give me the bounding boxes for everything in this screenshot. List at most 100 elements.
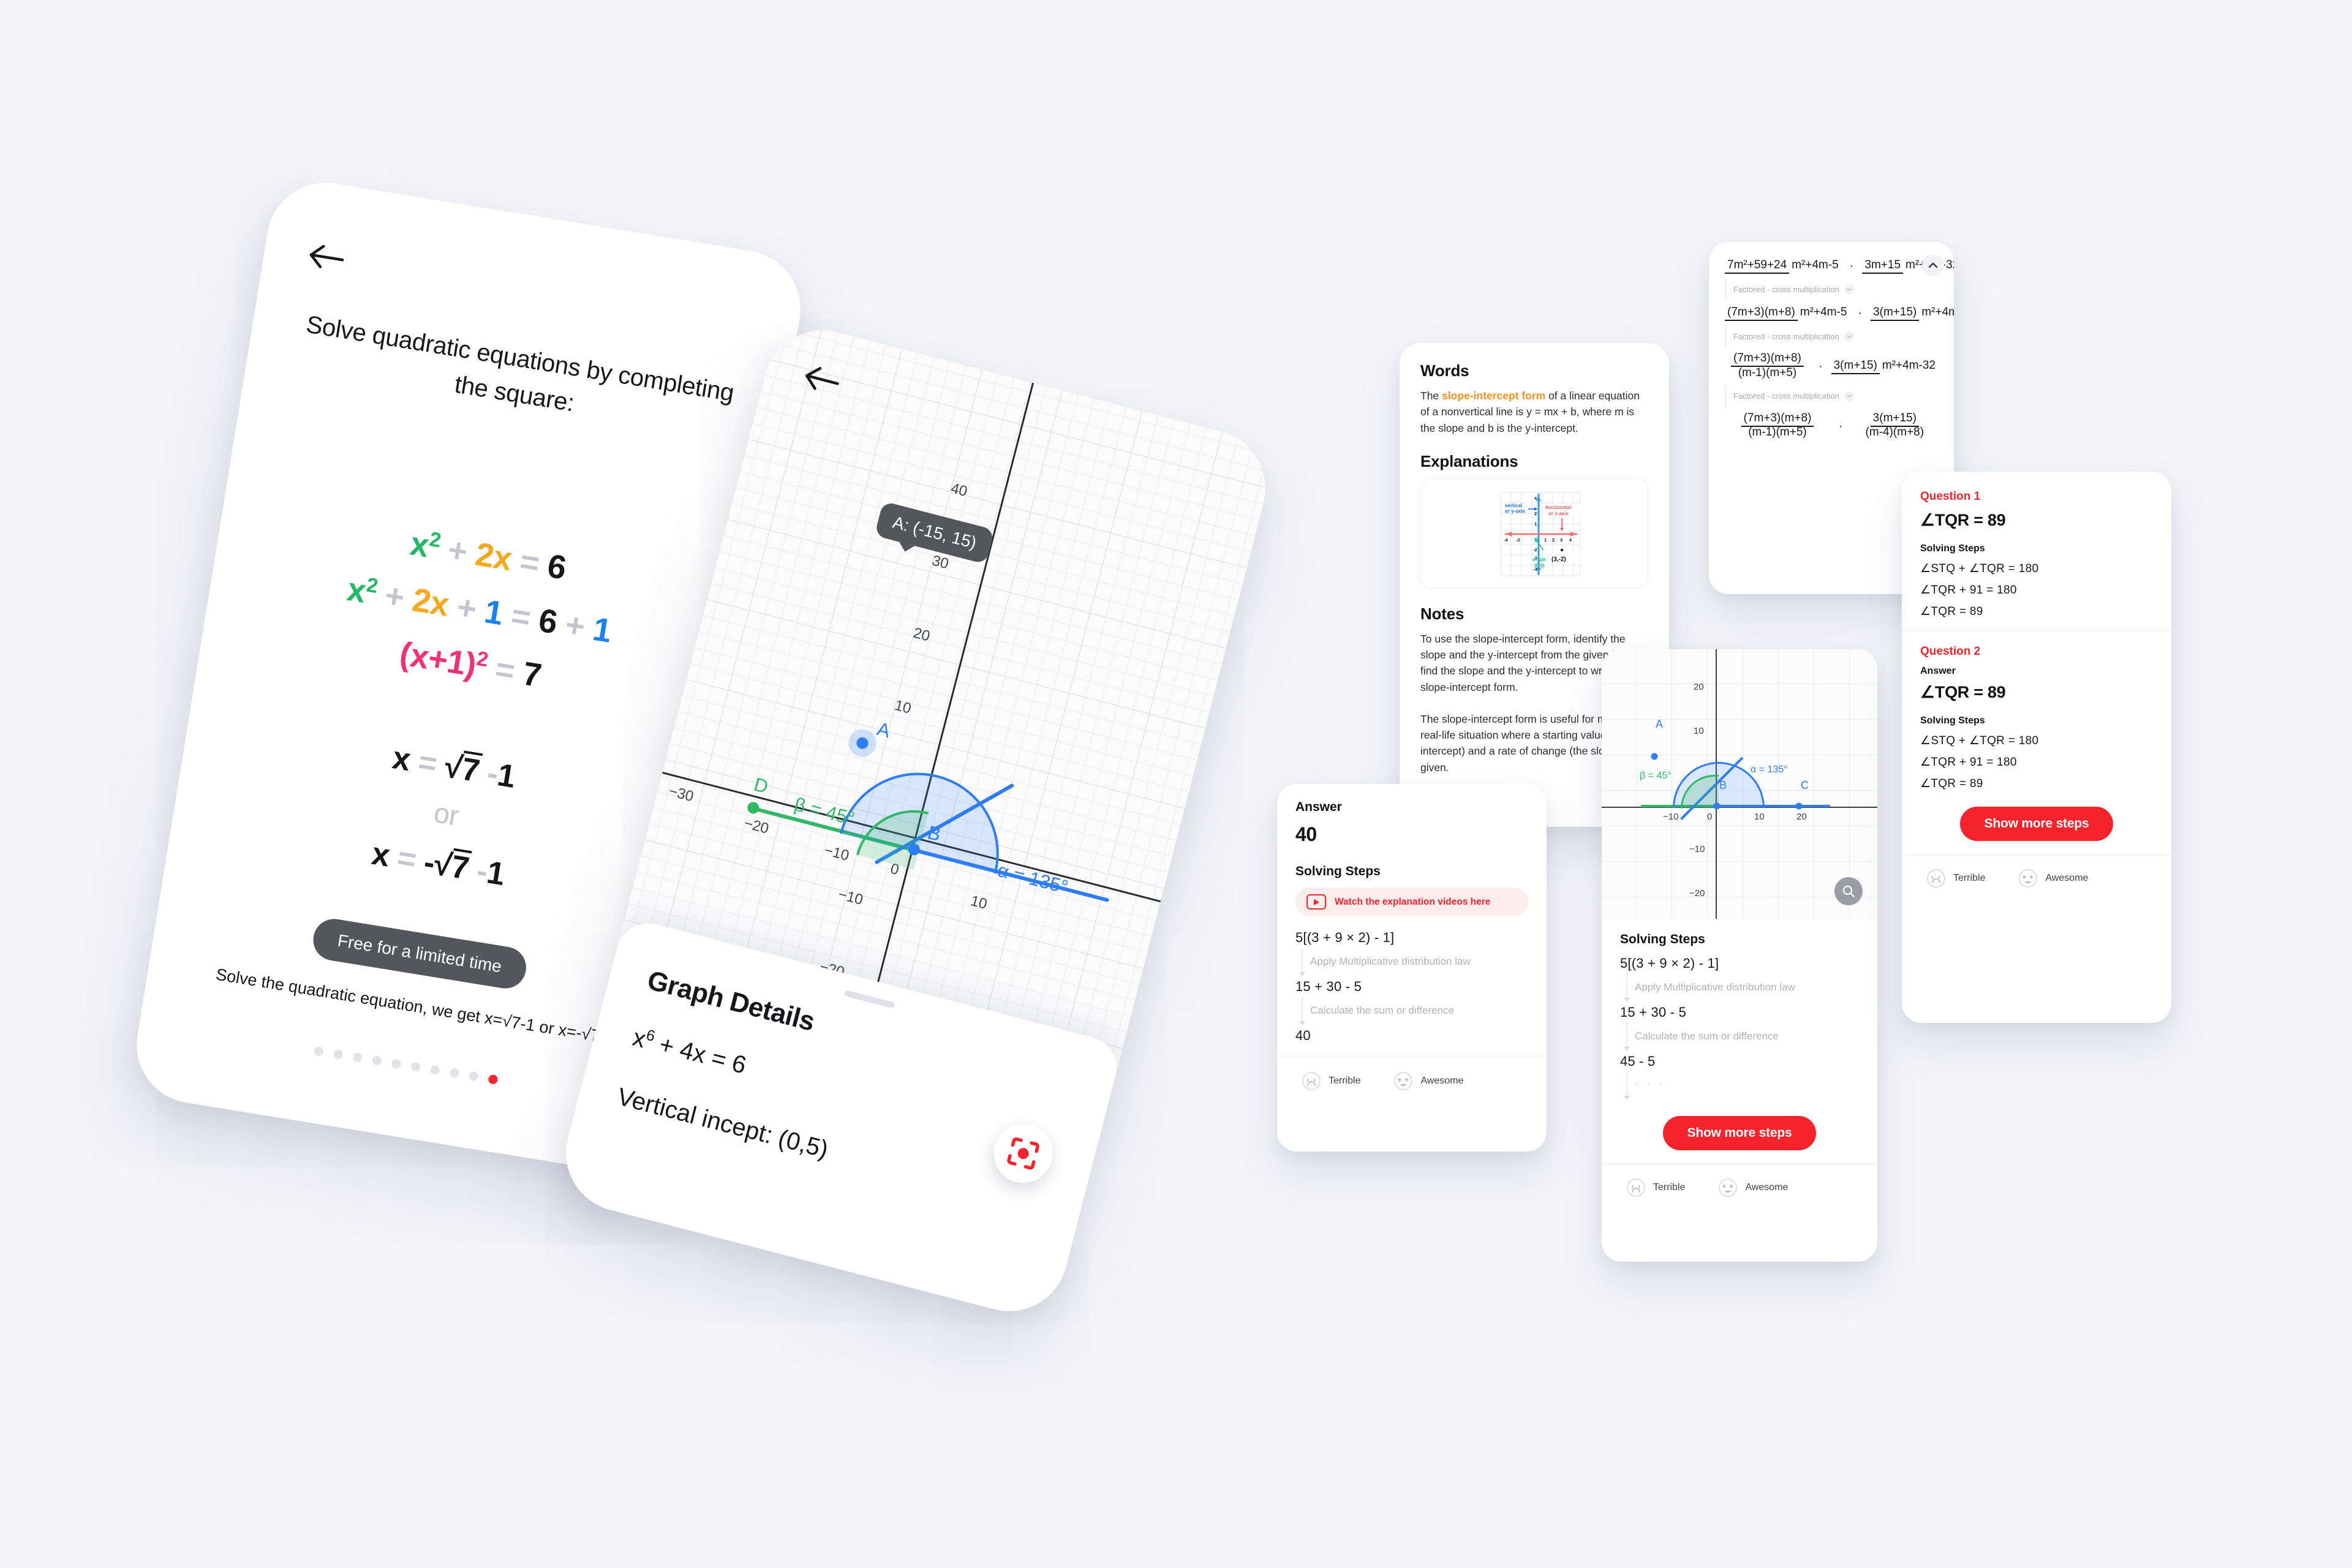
svg-text:origin: origin xyxy=(1532,557,1546,562)
feedback-terrible[interactable]: Terrible xyxy=(1926,869,1985,888)
step-expression: 5[(3 + 9 × 2) - 1] xyxy=(1620,956,1719,971)
fraction-numerator: 3(m+15) xyxy=(1871,305,1920,321)
mini-point-c[interactable] xyxy=(1795,802,1803,810)
svg-text:2: 2 xyxy=(1552,537,1555,543)
page-title: Solve quadratic equations by completing … xyxy=(304,311,736,417)
mini-point-b[interactable] xyxy=(1713,802,1721,810)
feedback-awesome-label: Awesome xyxy=(1420,1076,1464,1086)
svg-text:or y-axis: or y-axis xyxy=(1505,508,1525,514)
sheet-intercept: Vertical incept: (0,5) xyxy=(614,1083,831,1164)
mini-x-tick: −10 xyxy=(1663,812,1679,822)
svg-text:3: 3 xyxy=(1560,537,1562,543)
question-2-answer-label: Answer xyxy=(1920,666,1956,676)
pagination-dot[interactable] xyxy=(371,1055,382,1066)
question-1-step: ∠TQR + 91 = 180 xyxy=(1920,584,2017,597)
explanations-heading: Explanations xyxy=(1420,451,1518,470)
multiply-operator: · xyxy=(1858,306,1863,320)
pagination-dot[interactable] xyxy=(429,1065,440,1076)
multiply-operator: · xyxy=(1818,360,1823,374)
mini-point-a[interactable] xyxy=(1651,753,1658,760)
chevron-up-icon[interactable] xyxy=(1922,254,1944,276)
card-answer-40: Answer 40 Solving Steps Watch the explan… xyxy=(1277,784,1547,1152)
down-arrow-icon xyxy=(1624,1023,1630,1051)
feedback-bar: Terrible Awesome xyxy=(1620,1164,1859,1197)
fraction-denominator: m²+4m-32 xyxy=(1882,358,1936,372)
fraction-denominator: m²+4m-5 xyxy=(1792,258,1839,271)
words-body-pre: The xyxy=(1420,390,1442,402)
fraction-left: 7m²+59+24 m²+4m-5 xyxy=(1725,258,1841,274)
chevron-down-icon[interactable] xyxy=(1844,284,1854,294)
solving-steps-heading: Solving Steps xyxy=(1620,932,1705,946)
question-1-title: Question 1 xyxy=(1920,490,1981,503)
words-body: The slope-intercept form of a linear equ… xyxy=(1420,388,1648,436)
pagination-dot[interactable] xyxy=(448,1068,459,1079)
feedback-awesome[interactable]: Awesome xyxy=(2018,869,2088,888)
step-expression: 15 + 30 - 5 xyxy=(1620,1005,1686,1020)
step-expression: 15 + 30 - 5 xyxy=(1295,979,1362,994)
svg-text:1: 1 xyxy=(1544,537,1547,543)
step-expression: 40 xyxy=(1295,1028,1311,1043)
feedback-terrible[interactable]: Terrible xyxy=(1626,1178,1685,1197)
play-video-icon xyxy=(1306,894,1326,910)
pagination-dot[interactable] xyxy=(333,1049,344,1060)
factored-step-note[interactable]: Factored - cross multiplication xyxy=(1725,278,1938,300)
show-more-steps-button[interactable]: Show more steps xyxy=(1959,807,2114,841)
words-heading: Words xyxy=(1420,361,1469,380)
svg-text:or x-axis: or x-axis xyxy=(1548,511,1569,516)
mini-angle-beta-label: β = 45° xyxy=(1640,771,1672,781)
feedback-terrible[interactable]: Terrible xyxy=(1302,1071,1360,1091)
drag-handle[interactable] xyxy=(843,990,895,1009)
fraction-right: 3(m+15)(m-4)(m+8) xyxy=(1852,411,1938,440)
feedback-awesome[interactable]: Awesome xyxy=(1393,1071,1463,1091)
show-more-steps-button[interactable]: Show more steps xyxy=(1662,1116,1817,1150)
mini-y-tick: −10 xyxy=(1689,844,1705,854)
mini-x-tick: 10 xyxy=(1754,812,1765,822)
question-2-step: ∠STQ + ∠TQR = 180 xyxy=(1920,734,2039,747)
step-connector: Calculate the sum or difference xyxy=(1623,1023,1859,1051)
pagination-dot[interactable] xyxy=(487,1074,499,1085)
feedback-awesome[interactable]: Awesome xyxy=(1718,1178,1788,1197)
free-trial-pill[interactable]: Free for a limited time xyxy=(310,916,529,992)
mini-y-tick: 20 xyxy=(1694,682,1704,692)
factored-step-note[interactable]: Factored - cross multiplication xyxy=(1725,325,1938,347)
sheet-title: Graph Details xyxy=(644,965,818,1038)
answer-value: 40 xyxy=(1295,823,1317,845)
mini-point-a-label: A xyxy=(1656,718,1664,730)
chevron-down-icon[interactable] xyxy=(1844,391,1854,401)
step-connector: · · · xyxy=(1623,1072,1859,1100)
factored-step-note[interactable]: Factored - cross multiplication xyxy=(1725,385,1938,407)
svg-text:-4: -4 xyxy=(1504,537,1508,543)
question-2-title: Question 2 xyxy=(1920,645,1981,658)
axes-diagram: 4 2 1 0 -2 -3 -4 -4 -2 1 2 3 4 vertical … xyxy=(1420,478,1648,589)
more-steps-ellipsis: · · · xyxy=(1635,1078,1665,1091)
fraction-denominator: m²+4m-5 xyxy=(1800,305,1847,318)
multiply-operator: · xyxy=(1838,419,1843,433)
pagination-dot[interactable] xyxy=(390,1058,402,1069)
star-eyes-face-icon xyxy=(2019,869,2038,888)
multiply-operator: · xyxy=(1849,259,1854,273)
fraction-left: (7m+3)(m+8) m²+4m-5 xyxy=(1725,305,1849,321)
fraction-expression-row: (7m+3)(m+8)(m-1)(m+5) · 3(m+15)(m-4)(m+8) xyxy=(1725,411,1938,440)
pagination-dot[interactable] xyxy=(313,1046,324,1057)
pagination-dot[interactable] xyxy=(468,1071,479,1082)
mini-y-tick: 10 xyxy=(1694,726,1704,736)
mini-graph-canvas[interactable]: 20 10 −10 −20 −10 0 10 20 β = 45° α = 13… xyxy=(1602,649,1877,919)
pagination-dot[interactable] xyxy=(352,1052,363,1063)
step-description: Calculate the sum or difference xyxy=(1635,1030,1779,1042)
back-arrow-icon[interactable] xyxy=(307,242,346,273)
card-questions: Question 1 ∠TQR = 89 Solving Steps ∠STQ … xyxy=(1902,472,2171,1023)
chevron-down-icon[interactable] xyxy=(1844,331,1854,341)
sheet-equation: x6 + 4x = 6 xyxy=(630,1023,749,1079)
fraction-numerator: 3m+15 xyxy=(1862,258,1904,274)
watch-videos-banner[interactable]: Watch the explanation videos here xyxy=(1295,888,1528,916)
feedback-bar: Terrible Awesome xyxy=(1295,1058,1528,1091)
feedback-terrible-label: Terrible xyxy=(1329,1076,1361,1086)
svg-text:horzizontal: horzizontal xyxy=(1545,505,1571,510)
magnifier-icon[interactable] xyxy=(1834,877,1863,905)
factored-step-label: Factored - cross multiplication xyxy=(1733,331,1839,341)
pagination-dot[interactable] xyxy=(410,1061,421,1072)
fraction-expression-row: (7m+3)(m+8)(m-1)(m+5) · 3(m+15) m²+4m-32 xyxy=(1725,351,1938,380)
step-expression: 5[(3 + 9 × 2) - 1] xyxy=(1295,930,1395,945)
svg-text:2: 2 xyxy=(1534,511,1537,516)
factored-step-label: Factored - cross multiplication xyxy=(1733,284,1839,294)
